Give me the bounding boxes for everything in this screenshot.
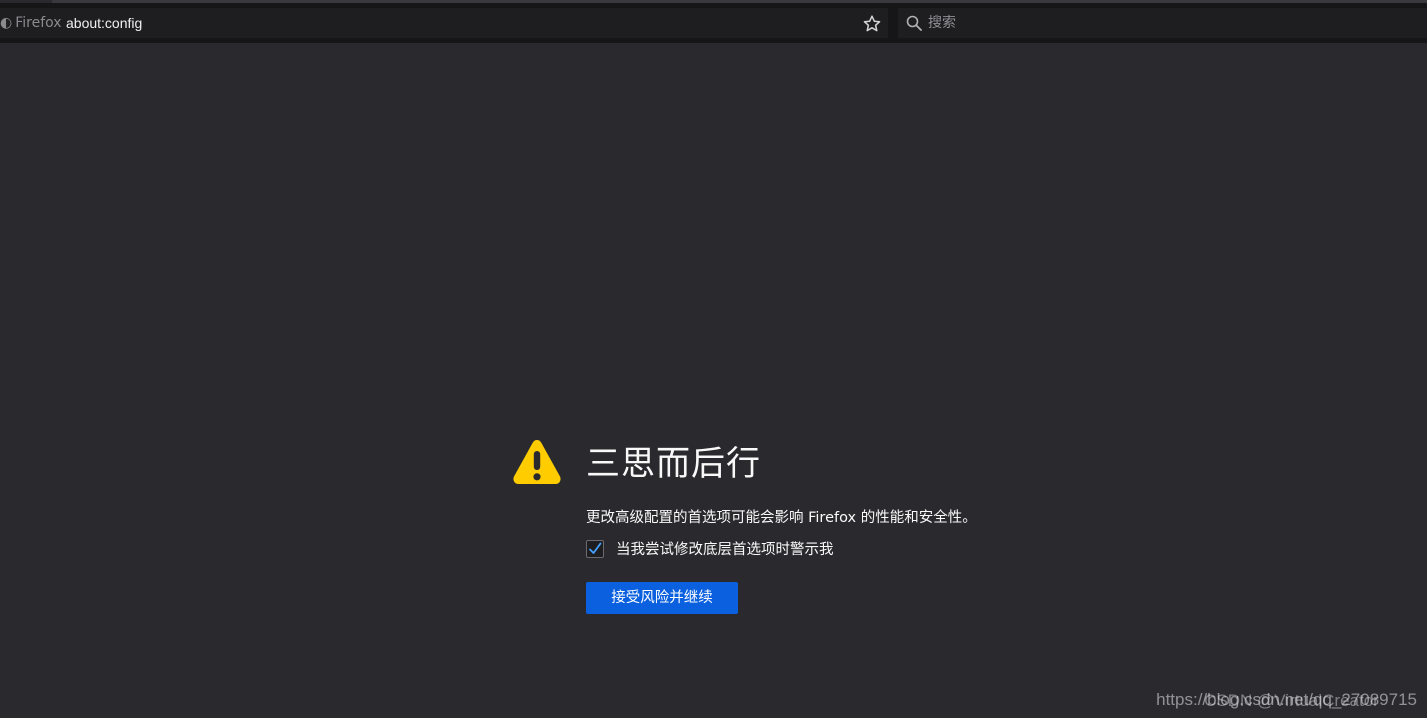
warn-checkbox[interactable] xyxy=(586,540,604,558)
identity-label: Firefox xyxy=(15,15,62,31)
address-bar[interactable]: ◐ Firefox about:config xyxy=(0,8,888,38)
browser-window: ◐ Firefox about:config 搜索 三思而后行 更改高级配置的首… xyxy=(0,0,1427,718)
watermark-overlay: CSDN @VirtualCreator xyxy=(1204,691,1379,710)
identity-box[interactable]: ◐ Firefox xyxy=(0,8,62,38)
search-icon xyxy=(906,15,922,31)
page-content xyxy=(0,43,1427,718)
identity-icon: ◐ xyxy=(0,15,13,31)
star-icon[interactable] xyxy=(862,14,882,34)
watermark: https://blog.csdn.net/qq_27089715 CSDN @… xyxy=(1156,690,1417,710)
navigation-toolbar: ◐ Firefox about:config 搜索 xyxy=(0,3,1427,43)
warning-triangle-icon xyxy=(512,438,562,486)
url-text[interactable]: about:config xyxy=(66,8,142,38)
accept-risk-button[interactable]: 接受风险并继续 xyxy=(586,582,738,614)
warn-checkbox-label[interactable]: 当我尝试修改底层首选项时警示我 xyxy=(616,539,834,561)
checkmark-icon xyxy=(589,542,602,554)
search-placeholder: 搜索 xyxy=(928,15,956,31)
page-title: 三思而后行 xyxy=(586,444,761,484)
warning-description: 更改高级配置的首选项可能会影响 Firefox 的性能和安全性。 xyxy=(586,510,977,526)
search-bar[interactable]: 搜索 xyxy=(898,8,1427,38)
